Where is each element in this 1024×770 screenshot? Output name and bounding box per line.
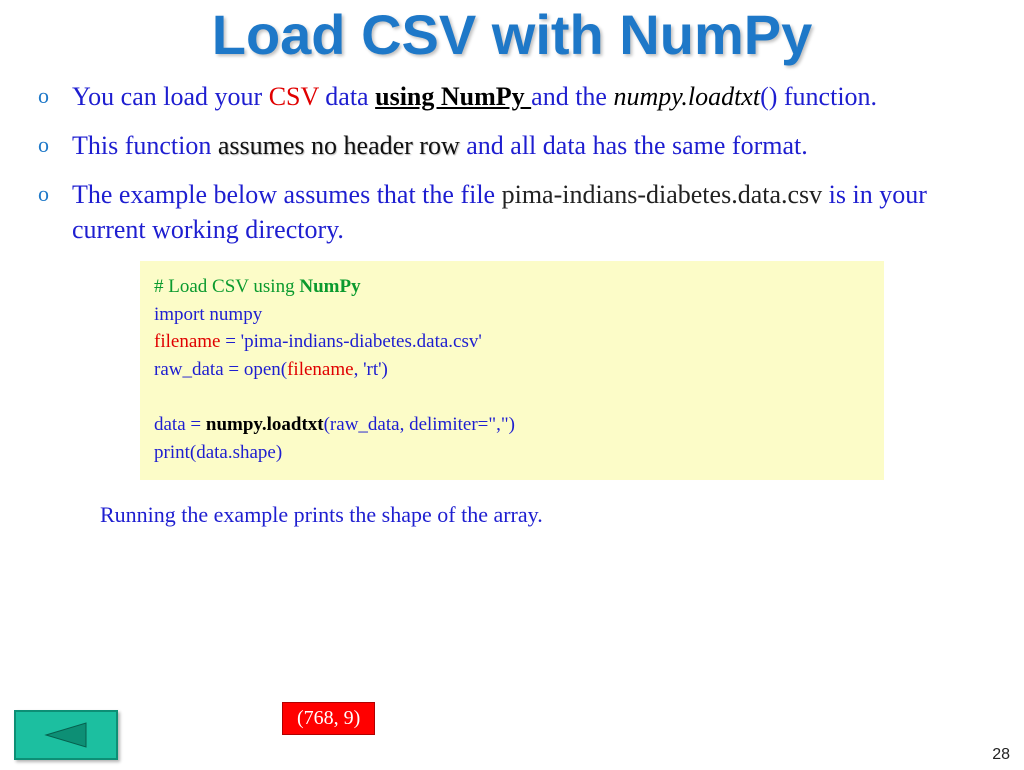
code-line-2: import numpy [154,301,870,329]
function-call: numpy.loadtxt [206,414,324,435]
text: and the [531,82,613,111]
code-line-4: raw_data = open(filename, 'rt') [154,356,870,384]
code-line-1: # Load CSV using NumPy [154,273,870,301]
var-name: filename [287,359,353,380]
code-text: (raw_data, delimiter=",") [324,414,515,435]
text: function. [777,82,877,111]
slide-title: Load CSV with NumPy [0,2,1024,67]
code-text: data = [154,414,206,435]
comment-bold: NumPy [299,276,360,297]
var-name: filename [154,331,220,352]
filename-text: pima-indians-diabetes.data.csv [502,180,823,209]
bullet-1: You can load your CSV data using NumPy a… [34,79,990,114]
csv-text: CSV [269,82,319,111]
text: You can load your [72,82,269,111]
code-blank-line [154,384,870,412]
bullet-3: The example below assumes that the file … [34,177,990,247]
code-text: raw_data = open( [154,359,287,380]
text: () [760,82,777,111]
bullet-list: You can load your CSV data using NumPy a… [34,79,990,247]
code-text: , 'rt') [354,359,388,380]
code-line-7: print(data.shape) [154,439,870,467]
function-name: numpy.loadtxt [613,82,760,111]
triangle-left-icon [42,721,90,749]
text: and all data has the same format. [460,131,808,160]
comment: # Load CSV using [154,276,299,297]
code-block: # Load CSV using NumPy import numpy file… [140,261,884,480]
text: data [319,82,375,111]
text: This function [72,131,218,160]
back-button[interactable] [14,710,118,760]
text: The example below assumes that the file [72,180,502,209]
page-number: 28 [992,746,1010,764]
code-text: = 'pima-indians-diabetes.data.csv' [220,331,481,352]
code-line-3: filename = 'pima-indians-diabetes.data.c… [154,328,870,356]
numpy-underline: using NumPy [375,82,531,111]
caption-text: Running the example prints the shape of … [100,502,1024,528]
output-box: (768, 9) [282,702,375,735]
emphasis-text: assumes no header row [218,131,460,160]
bullet-2: This function assumes no header row and … [34,128,990,163]
code-line-6: data = numpy.loadtxt(raw_data, delimiter… [154,411,870,439]
